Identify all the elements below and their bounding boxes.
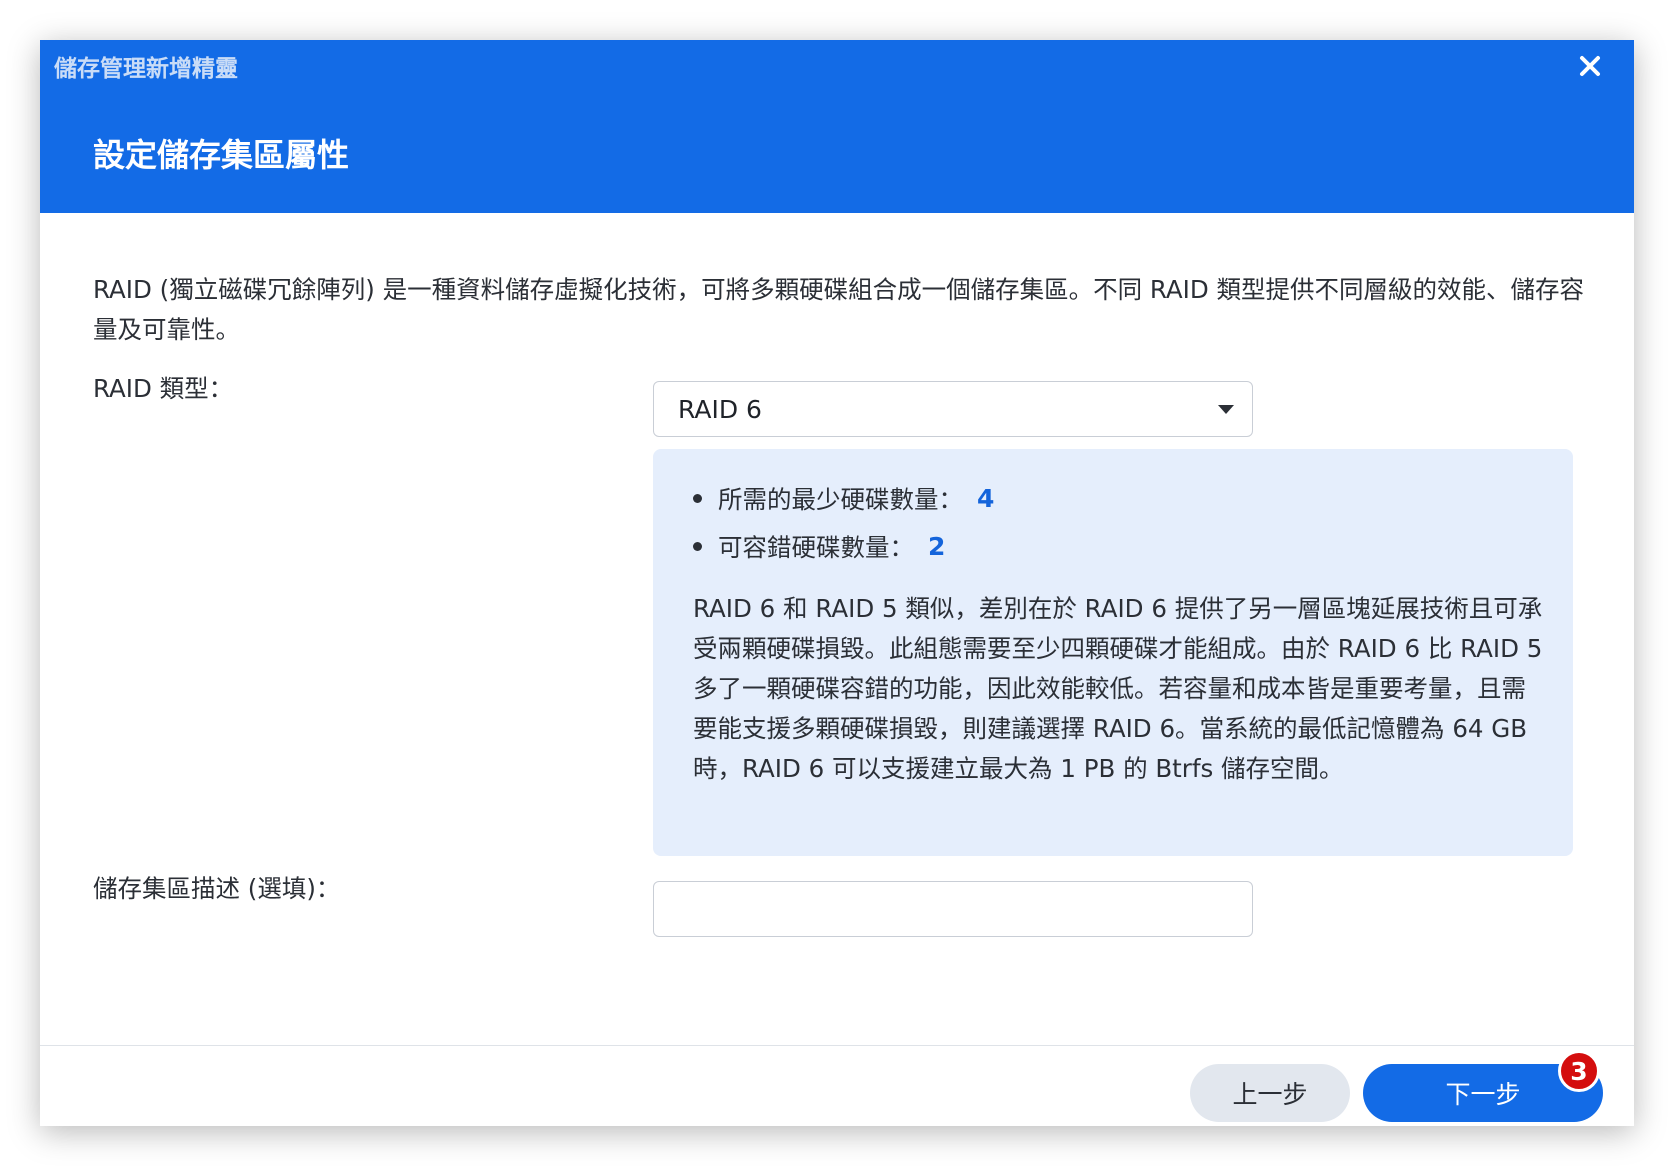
dialog-header: 儲存管理新增精靈 設定儲存集區屬性 (40, 40, 1634, 213)
raid-type-label: RAID 類型： (93, 374, 234, 403)
bullet-icon (693, 494, 702, 503)
raid-type-select[interactable]: RAID 6 (653, 381, 1253, 437)
intro-text: RAID (獨立磁碟冗餘陣列) 是一種資料儲存虛擬化技術，可將多顆硬碟組合成一個… (93, 275, 1585, 344)
storage-wizard-dialog: 儲存管理新增精靈 設定儲存集區屬性 RAID (獨立磁碟冗餘陣列) 是一種資料儲… (40, 40, 1634, 1126)
footer-divider (40, 1045, 1634, 1046)
min-disks-label: 所需的最少硬碟數量： (718, 485, 963, 514)
close-icon (1580, 56, 1600, 76)
bullet-icon (693, 542, 702, 551)
raid-description: RAID 6 和 RAID 5 類似，差別在於 RAID 6 提供了另一層區塊延… (693, 594, 1543, 783)
pool-description-input[interactable] (653, 881, 1253, 937)
close-button[interactable] (1568, 44, 1612, 88)
page-title: 設定儲存集區屬性 (93, 136, 350, 174)
fault-tolerance-row: 可容錯硬碟數量： 2 (693, 529, 945, 564)
min-disks-value: 4 (977, 484, 995, 513)
caret-down-icon (1218, 405, 1234, 414)
window-title: 儲存管理新增精靈 (54, 56, 238, 82)
min-disks-row: 所需的最少硬碟數量： 4 (693, 481, 994, 516)
raid-info-panel: 所需的最少硬碟數量： 4 可容錯硬碟數量： 2 RAID 6 和 RAID 5 … (653, 449, 1573, 856)
back-button[interactable]: 上一步 (1190, 1064, 1350, 1122)
raid-type-selected-value: RAID 6 (678, 394, 762, 424)
fault-tolerance-value: 2 (928, 532, 946, 561)
step-badge: 3 (1558, 1050, 1600, 1092)
fault-tolerance-label: 可容錯硬碟數量： (718, 533, 914, 562)
pool-description-label: 儲存集區描述 (選填)： (93, 874, 341, 903)
